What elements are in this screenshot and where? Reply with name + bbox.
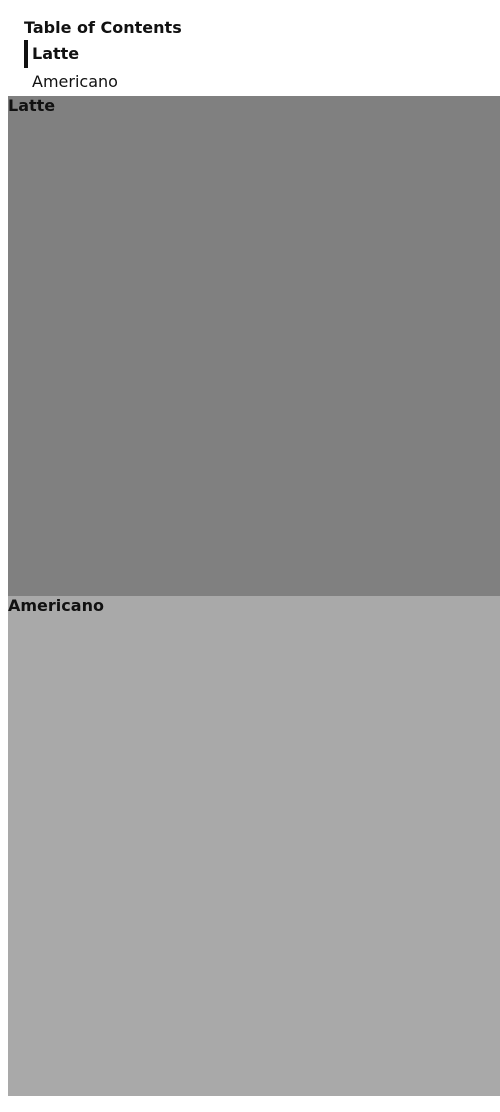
toc-title: Table of Contents — [24, 18, 182, 37]
section-heading-americano: Americano — [8, 596, 104, 615]
section-latte: Latte — [8, 96, 500, 596]
section-americano: Americano — [8, 596, 500, 1096]
section-heading-latte: Latte — [8, 96, 56, 115]
toc-item-latte[interactable]: Latte — [24, 40, 484, 68]
page: Table of Contents Latte Americano Latte … — [0, 0, 500, 1112]
toc-item-americano[interactable]: Americano — [24, 68, 484, 96]
toc-list: Latte Americano — [24, 40, 484, 96]
table-of-contents: Table of Contents Latte Americano — [24, 17, 484, 96]
